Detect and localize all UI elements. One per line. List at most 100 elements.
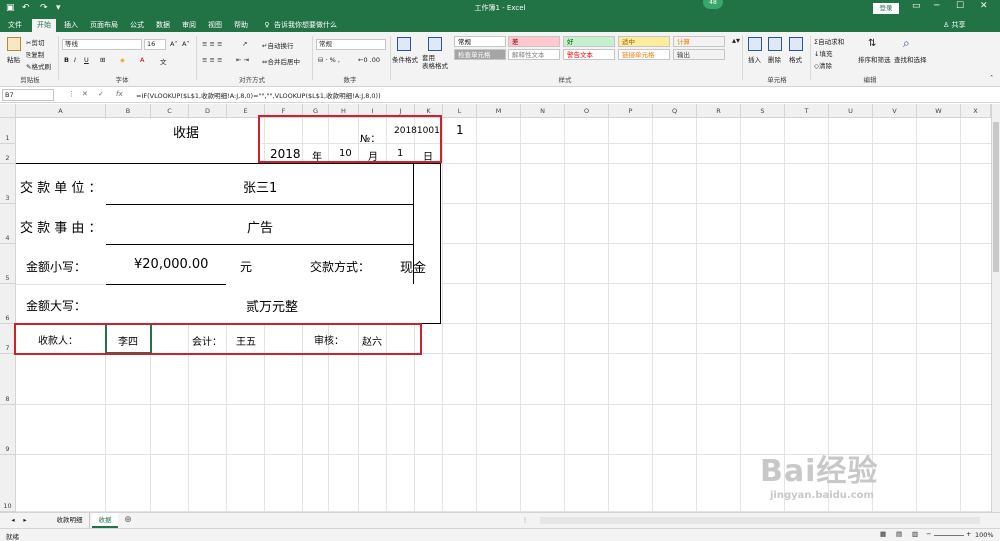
maximize-icon[interactable]: ☐	[956, 1, 964, 11]
column-header-R[interactable]: R	[697, 104, 741, 118]
column-header-M[interactable]: M	[477, 104, 521, 118]
format-cells-button[interactable]: 格式	[789, 54, 802, 64]
column-header-C[interactable]: C	[151, 104, 189, 118]
column-header-V[interactable]: V	[873, 104, 917, 118]
italic-icon[interactable]: I	[74, 56, 76, 64]
clear-button[interactable]: ◇清除	[814, 60, 832, 70]
delete-cells-button[interactable]: 删除	[768, 54, 781, 64]
align-left-icon[interactable]: ≡ ≡ ≡	[202, 56, 222, 64]
sheet-tab-receipt[interactable]: 收据	[92, 513, 118, 528]
zoom-in-icon[interactable]: +	[966, 530, 971, 538]
indent-icon[interactable]: ⇤ ⇥	[236, 56, 249, 64]
tab-view[interactable]: 视图	[204, 19, 226, 32]
page-layout-icon[interactable]: ▤	[896, 530, 902, 538]
number-format-box[interactable]: 常规	[316, 39, 386, 50]
grow-font-icon[interactable]: A˄	[170, 40, 178, 48]
share-button[interactable]: ♙ 共享	[943, 19, 966, 32]
paste-icon[interactable]	[7, 37, 21, 51]
row-header-8[interactable]: 8	[0, 354, 16, 405]
column-header-T[interactable]: T	[785, 104, 829, 118]
name-box[interactable]: B7	[2, 89, 54, 101]
column-header-U[interactable]: U	[829, 104, 873, 118]
tab-page-layout[interactable]: 页面布局	[86, 19, 122, 32]
gallery-scroll-icon[interactable]: ▴▾	[732, 36, 740, 45]
table-format-button[interactable]: 套用 表格格式	[422, 54, 448, 70]
row-header-2[interactable]: 2	[0, 144, 16, 164]
close-icon[interactable]: ✕	[980, 1, 988, 11]
font-name-box[interactable]: 等线	[62, 39, 142, 50]
login-button[interactable]: 登录	[873, 3, 899, 14]
column-header-O[interactable]: O	[565, 104, 609, 118]
zoom-level[interactable]: 100%	[975, 531, 994, 539]
cell-style-5[interactable]: 检查单元格	[454, 49, 506, 60]
column-header-X[interactable]: X	[961, 104, 991, 118]
copy-button[interactable]: ⎘复制	[26, 49, 44, 60]
cell-style-4[interactable]: 计算	[673, 36, 725, 47]
tab-home[interactable]: 开始	[32, 19, 56, 32]
column-header-D[interactable]: D	[189, 104, 227, 118]
row-header-10[interactable]: 10	[0, 455, 16, 512]
ribbon-display-icon[interactable]: ▭	[912, 1, 921, 11]
column-header-N[interactable]: N	[521, 104, 565, 118]
row-header-1[interactable]: 1	[0, 118, 16, 144]
column-header-A[interactable]: A	[16, 104, 106, 118]
zoom-slider[interactable]	[934, 535, 964, 536]
tab-help[interactable]: 帮助	[230, 19, 252, 32]
tab-insert[interactable]: 插入	[60, 19, 82, 32]
cell-style-6[interactable]: 解释性文本	[508, 49, 560, 60]
cut-button[interactable]: ✂剪切	[26, 37, 44, 47]
fill-color-icon[interactable]: ◈	[120, 56, 125, 64]
sheet-tab-details[interactable]: 收款明细	[50, 513, 90, 528]
row-header-5[interactable]: 5	[0, 244, 16, 284]
format-painter-button[interactable]: ✎格式刷	[26, 61, 51, 71]
vertical-scrollbar[interactable]	[991, 104, 1000, 512]
cell-style-9[interactable]: 输出	[673, 49, 725, 60]
select-all-corner[interactable]	[0, 104, 16, 118]
row-header-4[interactable]: 4	[0, 204, 16, 244]
horizontal-scrollbar[interactable]	[540, 517, 980, 524]
row-header-3[interactable]: 3	[0, 164, 16, 204]
formula-input[interactable]: =IF(VLOOKUP($L$1,收款明细!A:J,8,0)="","",VLO…	[136, 90, 381, 100]
row-header-9[interactable]: 9	[0, 405, 16, 455]
column-header-P[interactable]: P	[609, 104, 653, 118]
next-sheet-icon[interactable]: ▸	[20, 513, 30, 528]
border-icon[interactable]: ⊞	[100, 56, 105, 64]
insert-function-icon[interactable]: fx	[116, 90, 123, 98]
cell-style-7[interactable]: 警告文本	[563, 49, 615, 60]
format-cells-icon[interactable]	[789, 37, 803, 51]
conditional-format-button[interactable]: 条件格式	[392, 54, 418, 64]
sort-filter-button[interactable]: 排序和筛选	[858, 54, 891, 64]
underline-icon[interactable]: U	[84, 56, 89, 64]
collapse-ribbon-icon[interactable]: ˄	[990, 74, 993, 82]
minimize-icon[interactable]: ─	[934, 1, 939, 11]
tab-formulas[interactable]: 公式	[126, 19, 148, 32]
cell-style-3[interactable]: 适中	[618, 36, 670, 47]
column-header-W[interactable]: W	[917, 104, 961, 118]
enter-icon[interactable]: ✓	[98, 90, 104, 98]
orientation-icon[interactable]: ↗	[242, 40, 247, 48]
tell-me-box[interactable]: 告诉我你想要做什么	[274, 19, 364, 32]
prev-sheet-icon[interactable]: ◂	[8, 513, 18, 528]
wrap-text-button[interactable]: ↵自动换行	[262, 40, 293, 50]
phonetic-icon[interactable]: 文	[160, 56, 167, 66]
column-header-B[interactable]: B	[106, 104, 151, 118]
tab-file[interactable]: 文件	[4, 19, 26, 32]
align-top-icon[interactable]: ≡ ≡ ≡	[202, 40, 222, 48]
conditional-format-icon[interactable]	[397, 37, 411, 51]
cell-style-2[interactable]: 好	[563, 36, 615, 47]
add-sheet-icon[interactable]: ⊕	[122, 513, 134, 528]
table-format-icon[interactable]	[428, 37, 442, 51]
cell-style-1[interactable]: 差	[508, 36, 560, 47]
merge-center-button[interactable]: ⇔合并后居中	[262, 56, 300, 66]
column-header-L[interactable]: L	[443, 104, 477, 118]
zoom-out-icon[interactable]: −	[926, 530, 931, 538]
find-icon[interactable]: ⌕	[903, 36, 910, 51]
sort-filter-icon[interactable]: ⇅	[868, 38, 876, 49]
tab-data[interactable]: 数据	[152, 19, 174, 32]
row-header-6[interactable]: 6	[0, 284, 16, 324]
font-color-icon[interactable]: A	[140, 56, 144, 64]
column-header-S[interactable]: S	[741, 104, 785, 118]
cell-style-8[interactable]: 链接单元格	[618, 49, 670, 60]
page-break-icon[interactable]: ▥	[912, 530, 918, 538]
tab-review[interactable]: 审阅	[178, 19, 200, 32]
